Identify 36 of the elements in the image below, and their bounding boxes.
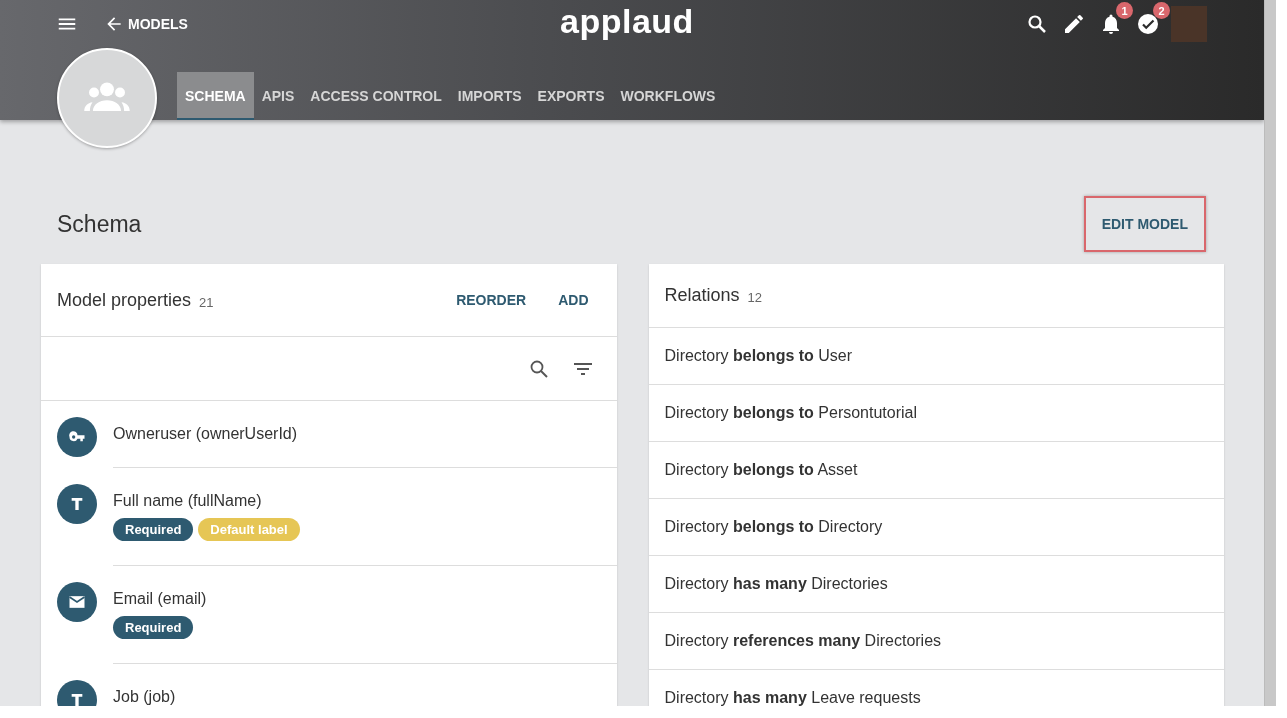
card-title: Model properties xyxy=(57,289,192,311)
tab[interactable]: WORKFLOWS xyxy=(612,72,724,120)
relation-item[interactable]: Directory has many Directories xyxy=(648,556,1225,613)
property-name[interactable]: Full name (fullName) xyxy=(113,492,617,510)
check-circle-icon[interactable] xyxy=(1136,12,1160,36)
notification-count: 1 xyxy=(1116,2,1133,19)
relation-item[interactable]: Directory has many Leave requests xyxy=(648,670,1225,706)
tab[interactable]: APIS xyxy=(253,72,303,120)
text-type-icon xyxy=(69,692,85,706)
tab[interactable]: EXPORTS xyxy=(529,72,613,120)
tab[interactable]: ACCESS CONTROL xyxy=(302,72,450,120)
text-type-icon xyxy=(69,496,85,512)
action-button[interactable]: REORDER xyxy=(444,284,539,316)
relation-item[interactable]: Directory references many Directories xyxy=(648,613,1225,670)
card-title: Relations xyxy=(664,285,740,306)
back-link[interactable]: MODELS xyxy=(104,14,188,34)
property-name[interactable]: Owneruser (ownerUserId) xyxy=(113,425,617,443)
relation-item[interactable]: Directory belongs to Directory xyxy=(648,499,1225,556)
edit-model-button[interactable]: EDIT MODEL xyxy=(1083,196,1206,252)
relation-item[interactable]: Directory belongs to User xyxy=(648,328,1225,385)
notification-count: 2 xyxy=(1153,2,1170,19)
property-name[interactable]: Email (email) xyxy=(113,590,617,608)
pencil-icon[interactable] xyxy=(1062,12,1086,36)
relation-item[interactable]: Directory belongs to Asset xyxy=(648,442,1225,499)
relation-item[interactable]: Directory belongs to Persontutorial xyxy=(648,385,1225,442)
tag: Required xyxy=(113,616,194,639)
action-button[interactable]: ADD xyxy=(546,284,601,316)
logo[interactable]: applaud xyxy=(560,2,694,41)
property-name[interactable]: Job (job) xyxy=(113,688,617,706)
count: 12 xyxy=(747,290,763,305)
scrollbar[interactable] xyxy=(1264,0,1276,706)
tag: Default label xyxy=(198,518,300,541)
count: 21 xyxy=(199,294,214,310)
page-title: Schema xyxy=(57,210,142,238)
tag: Required xyxy=(113,518,194,541)
tab[interactable]: IMPORTS xyxy=(449,72,530,120)
